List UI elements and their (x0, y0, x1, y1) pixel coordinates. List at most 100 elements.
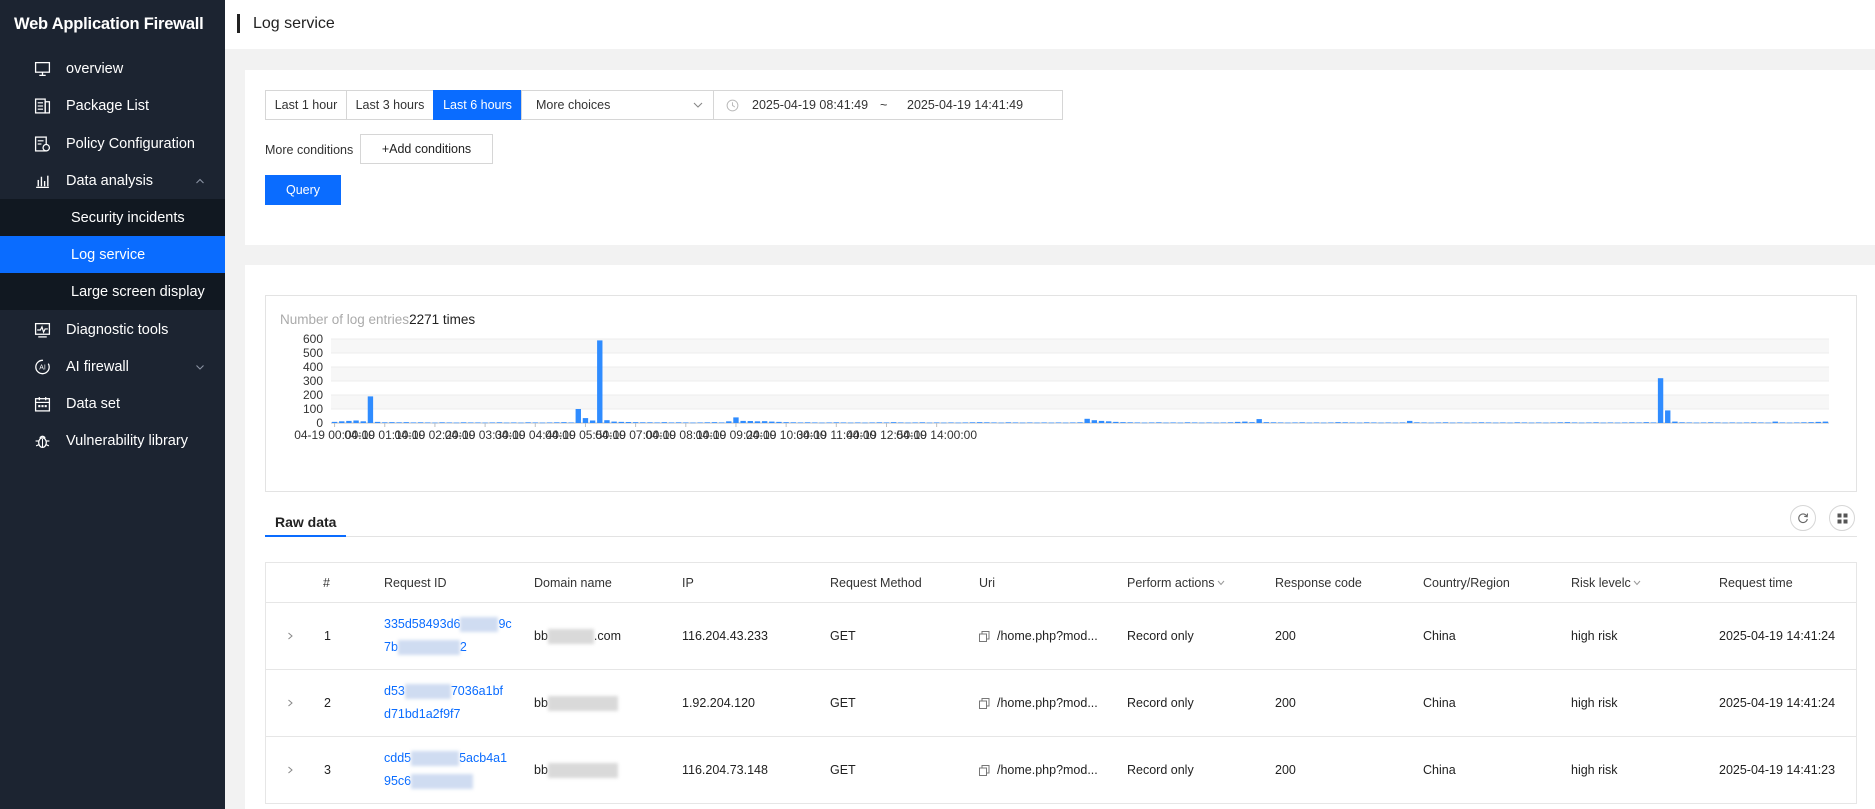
more-choices-select[interactable]: More choices (521, 90, 714, 120)
redacted-mask (547, 695, 618, 711)
code-cell: 200 (1275, 696, 1296, 710)
bar (1471, 422, 1477, 424)
table-row[interactable]: 1 335d58493d6 9c 7b 2 bb .com 116.204.43.233… (266, 603, 1856, 670)
uri-cell[interactable]: /home.php?mod... (979, 737, 1098, 803)
bar (554, 422, 560, 423)
range-last-1-hour[interactable]: Last 1 hour (265, 90, 347, 120)
bar (1027, 422, 1033, 424)
query-button[interactable]: Query (265, 175, 341, 205)
bar (1177, 422, 1184, 424)
bar (683, 422, 689, 424)
col-risk[interactable]: Risk levelc (1571, 563, 1641, 602)
bar (819, 422, 825, 424)
sidebar-item-data-set[interactable]: Data set (0, 385, 225, 422)
bar (733, 417, 739, 423)
uri-text: /home.php?mod... (997, 629, 1098, 643)
bar (589, 420, 596, 423)
bar (1779, 422, 1786, 424)
sidebar-item-large-screen-display[interactable]: Large screen display (0, 273, 225, 310)
sidebar-item-security-incidents[interactable]: Security incidents (0, 199, 225, 236)
request-id-link[interactable]: d53 7036a1bf d71bd1a2f9f7 (384, 670, 529, 736)
bar (367, 396, 374, 423)
col-uri: Uri (979, 575, 995, 590)
expand-row-button[interactable] (286, 603, 294, 669)
bar (1371, 422, 1377, 424)
layout-button[interactable] (1829, 505, 1855, 531)
range-last-6-hours[interactable]: Last 6 hours (433, 90, 522, 120)
sidebar-item-policy-configuration[interactable]: Policy Configuration (0, 125, 225, 162)
bar (518, 422, 524, 424)
bar (675, 422, 682, 423)
bar (582, 418, 589, 423)
bar (812, 422, 818, 424)
bar (568, 422, 574, 424)
uri-cell[interactable]: /home.php?mod... (979, 670, 1098, 736)
bar (804, 422, 811, 423)
bar (912, 422, 918, 424)
expand-row-button[interactable] (286, 737, 294, 803)
expand-row-button[interactable] (286, 670, 294, 736)
refresh-button[interactable] (1790, 505, 1816, 531)
bar (1493, 422, 1499, 424)
bar (1600, 422, 1606, 424)
bar (1643, 422, 1649, 423)
sidebar-item-package-list[interactable]: Package List (0, 87, 225, 124)
country-cell: China (1423, 696, 1456, 710)
bar (1084, 418, 1090, 423)
copy-icon[interactable] (979, 764, 990, 776)
code-cell: 200 (1275, 763, 1296, 777)
uri-cell[interactable]: /home.php?mod... (979, 603, 1098, 669)
date-start[interactable]: 2025-04-19 08:41:49 (752, 98, 868, 112)
bar (1098, 420, 1105, 423)
domain-part: bb (534, 696, 548, 710)
request-id-link[interactable]: cdd5 5acb4a1 95c6 (384, 737, 529, 803)
add-conditions-button[interactable]: +Add conditions (360, 134, 493, 164)
calendar-icon (34, 396, 51, 412)
tab-bar: Raw data (265, 507, 1857, 537)
table-row[interactable]: 3 cdd5 5acb4a1 95c6 bb 116.204.73.148 GET … (266, 737, 1856, 804)
domain-part: .com (593, 629, 621, 643)
bar (382, 422, 388, 423)
code-cell: 200 (1275, 629, 1296, 643)
bar (1507, 422, 1513, 424)
request-id-part: 7036a1bf (450, 684, 503, 698)
sidebar-item-log-service[interactable]: Log service (0, 236, 225, 273)
row-num: 1 (324, 629, 331, 643)
sidebar-item-data-analysis[interactable]: Data analysis (0, 162, 225, 199)
bar (1256, 419, 1262, 423)
domain-part: bb (534, 763, 548, 777)
svg-text:AI: AI (39, 364, 46, 371)
copy-icon[interactable] (979, 630, 990, 642)
copy-icon[interactable] (979, 697, 990, 709)
chevron-down-icon (693, 102, 703, 108)
table-row[interactable]: 2 d53 7036a1bf d71bd1a2f9f7 bb 1.92.204.12… (266, 670, 1856, 737)
bar (1794, 422, 1800, 424)
bar (1242, 421, 1248, 423)
bar (1356, 422, 1363, 424)
sidebar-item-ai-firewall[interactable]: AI AI firewall (0, 348, 225, 385)
bar (1614, 422, 1621, 424)
bar (1815, 421, 1821, 423)
tab-raw-data[interactable]: Raw data (265, 507, 346, 537)
sidebar-item-overview[interactable]: overview (0, 50, 225, 87)
log-count-chart: Number of log entries2271 times 0 100 200 3… (265, 295, 1857, 492)
request-id-part: 2 (459, 640, 467, 654)
bar (1607, 422, 1614, 424)
bar (754, 421, 761, 423)
bar (1557, 422, 1563, 423)
bar (1736, 422, 1743, 424)
method-cell: GET (830, 763, 856, 777)
request-id-part: 9c (498, 617, 512, 631)
domain-part: bb (534, 629, 548, 643)
bar (625, 422, 632, 423)
sidebar-item-vulnerability-library[interactable]: Vulnerability library (0, 422, 225, 459)
date-end[interactable]: 2025-04-19 14:41:49 (907, 98, 1023, 112)
date-range-picker[interactable]: 2025-04-19 08:41:49 ~ 2025-04-19 14:41:4… (713, 90, 1063, 120)
query-panel: Last 1 hour Last 3 hours Last 6 hours Mo… (245, 70, 1875, 245)
request-id-link[interactable]: 335d58493d6 9c 7b 2 (384, 603, 529, 669)
col-action[interactable]: Perform actions (1127, 563, 1225, 602)
action-cell: Record only (1127, 696, 1194, 710)
bar (1148, 422, 1155, 424)
range-last-3-hours[interactable]: Last 3 hours (346, 90, 434, 120)
sidebar-item-diagnostic-tools[interactable]: Diagnostic tools (0, 311, 225, 348)
